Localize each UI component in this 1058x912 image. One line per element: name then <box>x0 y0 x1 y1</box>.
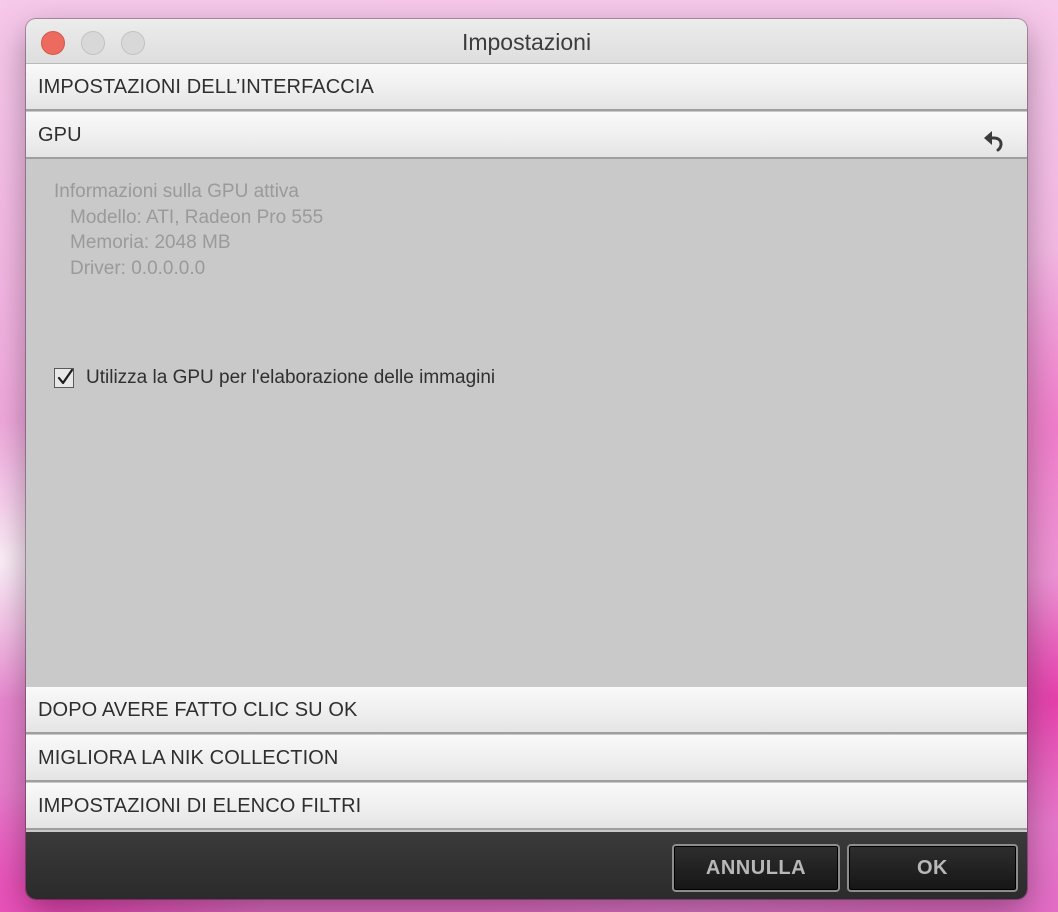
checkmark-icon <box>57 369 74 385</box>
section-after-ok[interactable]: DOPO AVERE FATTO CLIC SU OK <box>26 687 1027 734</box>
title-bar: Impostazioni <box>26 19 1027 64</box>
use-gpu-label: Utilizza la GPU per l'elaborazione delle… <box>86 367 496 388</box>
section-interface-settings-label: IMPOSTAZIONI DELL’INTERFACCIA <box>38 76 374 98</box>
gpu-memory: Memoria: 2048 MB <box>70 232 231 253</box>
section-gpu[interactable]: GPU <box>26 112 1027 159</box>
ok-button[interactable]: OK <box>847 844 1018 892</box>
use-gpu-checkbox[interactable] <box>54 368 74 388</box>
section-after-ok-label: DOPO AVERE FATTO CLIC SU OK <box>38 699 358 721</box>
gpu-panel: Informazioni sulla GPU attiva Modello: A… <box>26 159 1027 687</box>
gpu-info: Informazioni sulla GPU attiva Modello: A… <box>54 179 323 281</box>
section-improve-nik-label: MIGLIORA LA NIK COLLECTION <box>38 747 339 769</box>
section-interface-settings[interactable]: IMPOSTAZIONI DELL’INTERFACCIA <box>26 64 1027 111</box>
gpu-model: Modello: ATI, Radeon Pro 555 <box>70 206 324 228</box>
use-gpu-option[interactable]: Utilizza la GPU per l'elaborazione delle… <box>54 366 495 390</box>
settings-window: Impostazioni IMPOSTAZIONI DELL’INTERFACC… <box>26 19 1027 899</box>
cancel-button[interactable]: ANNULLA <box>672 844 840 892</box>
undo-arrow-icon[interactable] <box>981 124 1007 152</box>
section-improve-nik[interactable]: MIGLIORA LA NIK COLLECTION <box>26 735 1027 782</box>
gpu-driver: Driver: 0.0.0.0.0 <box>70 257 206 279</box>
section-gpu-label: GPU <box>38 124 82 146</box>
section-filter-list-settings[interactable]: IMPOSTAZIONI DI ELENCO FILTRI <box>26 783 1027 830</box>
gpu-info-title: Informazioni sulla GPU attiva <box>54 181 299 202</box>
button-bar: ANNULLA OK <box>26 832 1027 899</box>
section-filter-list-settings-label: IMPOSTAZIONI DI ELENCO FILTRI <box>38 795 362 817</box>
window-title: Impostazioni <box>461 29 592 55</box>
